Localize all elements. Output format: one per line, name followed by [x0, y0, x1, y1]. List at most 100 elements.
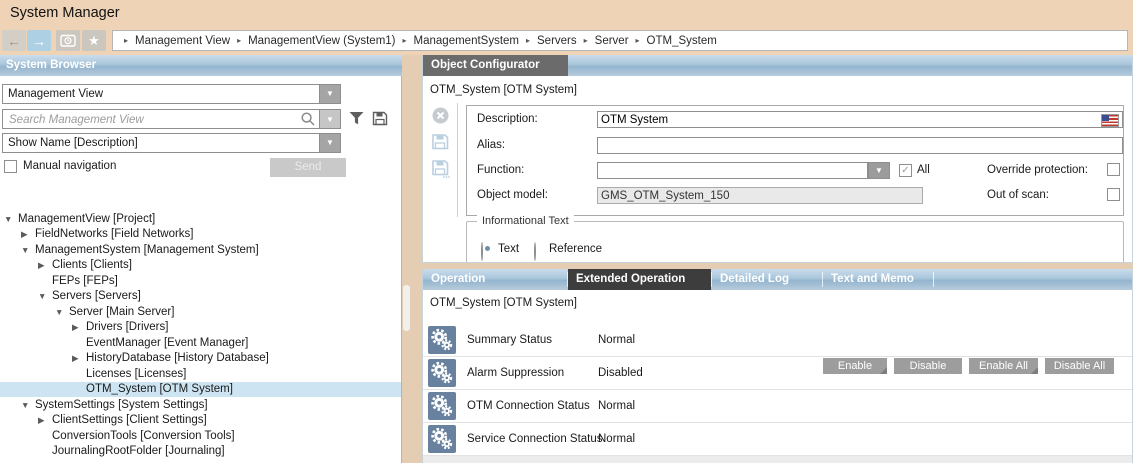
tree-item-label: Clients [Clients]: [52, 259, 132, 271]
check-icon: ✓: [901, 165, 909, 176]
disable-button[interactable]: Disable: [894, 358, 962, 374]
enable-all-button[interactable]: Enable All: [969, 358, 1038, 374]
send-button[interactable]: Send: [270, 158, 346, 177]
search-icon: [300, 111, 316, 127]
tree-item-label: FEPs [FEPs]: [52, 275, 118, 287]
operation-name: OTM Connection Status: [467, 400, 590, 412]
favorites-button[interactable]: ★: [82, 30, 106, 51]
save-icon[interactable]: [431, 133, 449, 150]
expand-arrow-icon[interactable]: ▶: [38, 415, 52, 426]
reference-radio[interactable]: [534, 242, 536, 261]
back-button[interactable]: ←: [2, 30, 26, 51]
display-mode-combo[interactable]: Show Name [Description] ▼: [2, 133, 341, 153]
alias-input[interactable]: [597, 137, 1123, 154]
view-selector-value: Management View: [8, 88, 103, 100]
tree-item-label: ManagementView [Project]: [18, 213, 155, 225]
collapse-arrow-icon[interactable]: ▼: [55, 307, 69, 317]
tab-object-configurator[interactable]: Object Configurator: [423, 55, 568, 76]
splitter-handle[interactable]: [403, 285, 410, 331]
enable-button[interactable]: Enable: [823, 358, 887, 374]
tree-item-managementsystem[interactable]: ▼ManagementSystem [Management System]: [0, 242, 401, 258]
display-mode-dropdown-button[interactable]: ▼: [319, 134, 340, 152]
window-title: System Manager: [10, 5, 120, 21]
gear-icon[interactable]: [428, 326, 456, 354]
breadcrumb-item-managementview-system1-[interactable]: ManagementView (System1): [248, 35, 395, 47]
tree-item-managementview[interactable]: ▼ManagementView [Project]: [0, 211, 401, 227]
breadcrumb-item-management-view[interactable]: Management View: [135, 35, 230, 47]
gear-icon[interactable]: [428, 392, 456, 420]
object-model-label: Object model:: [477, 189, 548, 201]
system-manager-window: System Manager ← → ★ ▸ Management View ▸ Ma…: [0, 0, 1133, 463]
all-checkbox[interactable]: ✓: [899, 164, 912, 177]
forward-button[interactable]: →: [27, 30, 51, 51]
tree-item-drivers[interactable]: ▶Drivers [Drivers]: [0, 320, 401, 336]
system-browser-header[interactable]: System Browser: [0, 55, 402, 76]
breadcrumb-item-server[interactable]: Server: [595, 35, 629, 47]
tree-item-licenses[interactable]: Licenses [Licenses]: [0, 366, 401, 382]
tree-item-label: Licenses [Licenses]: [86, 368, 186, 380]
manual-navigation-checkbox[interactable]: [4, 160, 17, 173]
tab-detailed-log[interactable]: Detailed Log: [712, 269, 822, 290]
chevron-down-icon: ▼: [326, 134, 334, 152]
tree-item-label: HistoryDatabase [History Database]: [86, 352, 269, 364]
recent-views-button[interactable]: [56, 30, 80, 51]
reference-radio-label: Reference: [549, 243, 602, 255]
save-as-icon[interactable]: [431, 159, 450, 178]
description-input[interactable]: [597, 111, 1123, 128]
tree-item-journalingrootfolder[interactable]: JournalingRootFolder [Journaling]: [0, 444, 401, 460]
function-input[interactable]: [597, 162, 868, 179]
tab-operation[interactable]: Operation: [423, 269, 567, 290]
search-dropdown-button[interactable]: ▼: [319, 110, 340, 128]
text-radio[interactable]: [481, 242, 483, 261]
tree-item-clientsettings[interactable]: ▶ClientSettings [Client Settings]: [0, 413, 401, 429]
search-box: ▼: [2, 109, 341, 129]
title-bar: System Manager: [0, 0, 1133, 27]
expand-arrow-icon[interactable]: ▶: [72, 322, 86, 333]
tree-item-historydatabase[interactable]: ▶HistoryDatabase [History Database]: [0, 351, 401, 367]
expand-arrow-icon[interactable]: ▶: [72, 353, 86, 364]
tab-text-and-memo[interactable]: Text and Memo: [823, 269, 933, 290]
out-of-scan-checkbox[interactable]: [1107, 188, 1120, 201]
tree-item-fieldnetworks[interactable]: ▶FieldNetworks [Field Networks]: [0, 227, 401, 243]
tree-item-label: ManagementSystem [Management System]: [35, 244, 259, 256]
discard-icon[interactable]: [432, 107, 449, 124]
tree-item-systemsettings[interactable]: ▼SystemSettings [System Settings]: [0, 397, 401, 413]
informational-text-group: Informational Text Text Reference: [466, 221, 1124, 263]
breadcrumb-item-managementsystem[interactable]: ManagementSystem: [414, 35, 519, 47]
breadcrumb-arrow-icon: ▸: [636, 36, 640, 45]
disable-all-button[interactable]: Disable All: [1045, 358, 1114, 374]
collapse-arrow-icon[interactable]: ▼: [21, 245, 35, 255]
search-input[interactable]: [7, 111, 281, 128]
expand-arrow-icon[interactable]: ▶: [21, 229, 35, 240]
function-dropdown-button[interactable]: ▼: [868, 162, 890, 179]
breadcrumb-arrow-icon: ▸: [526, 36, 530, 45]
view-selector-dropdown-button[interactable]: ▼: [319, 85, 340, 103]
tree-item-otm-system[interactable]: OTM_System [OTM System]: [0, 382, 401, 398]
tab-extended-operation[interactable]: Extended Operation: [568, 269, 711, 290]
tree-item-servers[interactable]: ▼Servers [Servers]: [0, 289, 401, 305]
operation-name: Summary Status: [467, 334, 552, 346]
chevron-down-icon: ▼: [326, 115, 334, 124]
tree-item-eventmanager[interactable]: EventManager [Event Manager]: [0, 335, 401, 351]
object-path: OTM_System [OTM System]: [430, 297, 577, 309]
filter-icon[interactable]: [348, 111, 365, 126]
chevron-down-icon: ▼: [875, 166, 883, 175]
gear-icon[interactable]: [428, 359, 456, 387]
expand-arrow-icon[interactable]: ▶: [38, 260, 52, 271]
collapse-arrow-icon[interactable]: ▼: [21, 400, 35, 410]
tree-item-feps[interactable]: FEPs [FEPs]: [0, 273, 401, 289]
collapse-arrow-icon[interactable]: ▼: [4, 214, 18, 224]
tree-item-clients[interactable]: ▶Clients [Clients]: [0, 258, 401, 274]
navigation-toolbar: ← → ★ ▸ Management View ▸ ManagementView (S…: [0, 27, 1133, 55]
tree-item-conversiontools[interactable]: ConversionTools [Conversion Tools]: [0, 428, 401, 444]
breadcrumb-item-otm-system[interactable]: OTM_System: [647, 35, 717, 47]
tree-item-server[interactable]: ▼Server [Main Server]: [0, 304, 401, 320]
view-selector-combo[interactable]: Management View ▼: [2, 84, 341, 104]
collapse-arrow-icon[interactable]: ▼: [38, 291, 52, 301]
override-protection-checkbox[interactable]: [1107, 163, 1120, 176]
operation-panel: OperationExtended OperationDetailed LogT…: [422, 269, 1133, 463]
breadcrumb-item-servers[interactable]: Servers: [537, 35, 577, 47]
save-filter-icon[interactable]: [372, 111, 388, 126]
tree-item-label: JournalingRootFolder [Journaling]: [52, 445, 225, 457]
gear-icon[interactable]: [428, 425, 456, 453]
